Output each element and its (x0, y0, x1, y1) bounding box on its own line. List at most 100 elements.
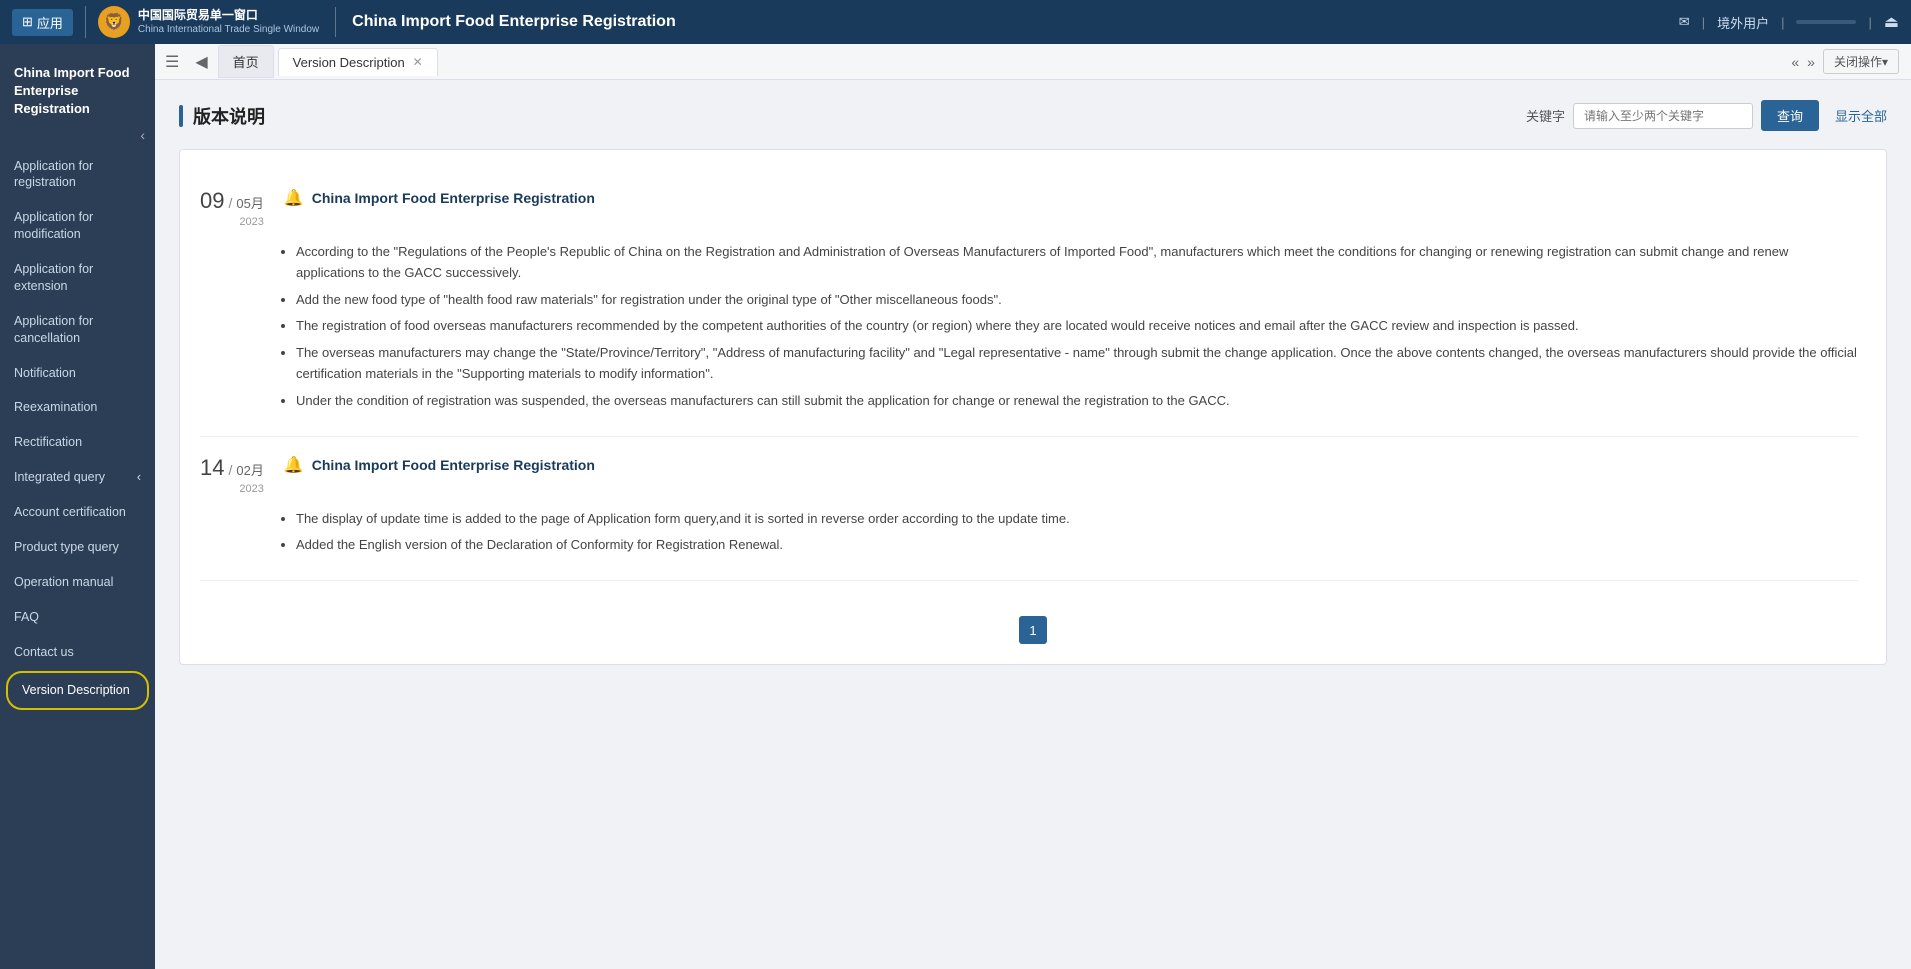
tab-close-btn[interactable]: ✕ (413, 55, 423, 69)
version-title-row-1: 🔔 China Import Food Enterprise Registrat… (284, 188, 595, 208)
sidebar-header: China Import Food Enterprise Registratio… (0, 52, 155, 127)
title-accent (179, 105, 183, 127)
version-entry-1: 09 / 05月 2023 🔔 China Import Food Enterp… (200, 170, 1858, 437)
tab-bar-left: ☰ ◀ 首页 Version Description ✕ (159, 45, 438, 78)
apps-label: 应用 (37, 13, 63, 32)
sidebar-item-account-cert[interactable]: Account certification (0, 495, 155, 530)
topbar-logo: 🦁 中国国际贸易单一窗口 China International Trade S… (85, 6, 319, 38)
sidebar-item-operation-manual[interactable]: Operation manual (0, 565, 155, 600)
bullet-1-2: Add the new food type of "health food ra… (296, 290, 1858, 311)
version-scroll-area[interactable]: 09 / 05月 2023 🔔 China Import Food Enterp… (200, 170, 1866, 600)
user-label: 境外用户 (1717, 13, 1769, 32)
version-title-2: 🔔 China Import Food Enterprise Registrat… (284, 455, 595, 475)
date-day-3: 17 (200, 599, 224, 600)
sidebar-item-integrated-query[interactable]: Integrated query ‹ (0, 460, 155, 495)
version-date-3: 17 / 01月 2023 (200, 599, 264, 600)
version-header-1: 09 / 05月 2023 🔔 China Import Food Enterp… (200, 188, 1858, 228)
tab-next-btn[interactable]: » (1807, 54, 1815, 70)
version-entry-2: 14 / 02月 2023 🔔 China Import Food Enterp… (200, 437, 1858, 582)
search-bar: 关键字 查询 显示全部 (1526, 100, 1887, 131)
search-button[interactable]: 查询 (1761, 100, 1819, 131)
logo-en-text: China International Trade Single Window (138, 23, 319, 36)
topbar-main-title: China Import Food Enterprise Registratio… (352, 13, 676, 31)
logout-icon[interactable]: ⏏ (1884, 12, 1899, 32)
date-day-1: 09 (200, 188, 224, 214)
arrow-icon: ‹ (137, 469, 141, 486)
sidebar-collapse-btn[interactable]: ‹ (0, 127, 155, 149)
version-app-title-2: China Import Food Enterprise Registratio… (312, 457, 595, 473)
pagination: 1 (200, 616, 1866, 644)
page-header: 版本说明 关键字 查询 显示全部 (179, 100, 1887, 131)
username-display (1796, 20, 1856, 24)
date-day-2: 14 (200, 455, 224, 481)
logo-text-block: 中国国际贸易单一窗口 China International Trade Sin… (138, 8, 319, 37)
sidebar-item-contact[interactable]: Contact us (0, 635, 155, 670)
tab-version-label: Version Description (293, 55, 405, 70)
menu-btn[interactable]: ☰ (159, 48, 185, 76)
tab-bar-right: « » 关闭操作▾ (1791, 49, 1907, 74)
sidebar: China Import Food Enterprise Registratio… (0, 44, 155, 969)
show-all-button[interactable]: 显示全部 (1835, 106, 1887, 125)
sidebar-item-cancellation[interactable]: Application for cancellation (0, 304, 155, 356)
right-panel: ☰ ◀ 首页 Version Description ✕ « » 关闭操作▾ (155, 44, 1911, 969)
date-year-2: 2023 (200, 483, 264, 495)
version-icon-2: 🔔 (284, 455, 304, 475)
tab-bar: ☰ ◀ 首页 Version Description ✕ « » 关闭操作▾ (155, 44, 1911, 80)
tab-prev-btn[interactable]: « (1791, 54, 1799, 70)
tab-home[interactable]: 首页 (218, 45, 274, 78)
sidebar-item-reexamination[interactable]: Reexamination (0, 390, 155, 425)
date-year-1: 2023 (200, 216, 264, 228)
version-bullets-1: According to the "Regulations of the Peo… (280, 242, 1858, 412)
version-date-1: 09 / 05月 2023 (200, 188, 264, 228)
page-title-bar: 版本说明 (179, 103, 1526, 129)
bullet-1-5: Under the condition of registration was … (296, 391, 1858, 412)
sidebar-item-notification[interactable]: Notification (0, 356, 155, 391)
keyword-label: 关键字 (1526, 106, 1565, 125)
version-icon-1: 🔔 (284, 188, 304, 208)
tab-version-desc[interactable]: Version Description ✕ (278, 48, 438, 76)
tab-home-label: 首页 (233, 52, 259, 71)
date-sep-2: / (228, 462, 232, 478)
logo-icon: 🦁 (98, 6, 130, 38)
content-area: 版本说明 关键字 查询 显示全部 (155, 80, 1911, 969)
grid-icon: ⊞ (22, 14, 33, 30)
close-action-btn[interactable]: 关闭操作▾ (1823, 49, 1899, 74)
search-input[interactable] (1573, 103, 1753, 129)
version-entry-3: 17 / 01月 2023 🔔 China Import Food Enterp… (200, 581, 1858, 600)
topbar: ⊞ 应用 🦁 中国国际贸易单一窗口 China International Tr… (0, 0, 1911, 44)
version-icon-3: 🔔 (284, 599, 304, 600)
sidebar-item-modification[interactable]: Application for modification (0, 200, 155, 252)
sidebar-item-version-desc[interactable]: Version Description (8, 673, 147, 708)
date-top-2: 14 / 02月 (200, 455, 264, 481)
bullet-2-1: The display of update time is added to t… (296, 509, 1858, 530)
integrated-query-label: Integrated query (14, 469, 105, 486)
apps-button[interactable]: ⊞ 应用 (12, 9, 73, 36)
date-sep-1: / (228, 195, 232, 211)
sidebar-item-faq[interactable]: FAQ (0, 600, 155, 635)
sidebar-item-registration[interactable]: Application for registration (0, 149, 155, 201)
date-month-2: 02月 (236, 460, 263, 479)
version-title-row-3: 🔔 China Import Food Enterprise Registrat… (284, 599, 595, 600)
mail-icon[interactable]: ✉ (1679, 14, 1690, 30)
date-top-1: 09 / 05月 (200, 188, 264, 214)
version-title-3: 🔔 China Import Food Enterprise Registrat… (284, 599, 595, 600)
main-layout: China Import Food Enterprise Registratio… (0, 44, 1911, 969)
version-title-1: 🔔 China Import Food Enterprise Registrat… (284, 188, 595, 208)
version-container: 09 / 05月 2023 🔔 China Import Food Enterp… (179, 149, 1887, 665)
topbar-right-actions: ✉ | 境外用户 | | ⏏ (1679, 12, 1899, 32)
sidebar-item-rectification[interactable]: Rectification (0, 425, 155, 460)
version-date-2: 14 / 02月 2023 (200, 455, 264, 495)
bullet-1-4: The overseas manufacturers may change th… (296, 343, 1858, 385)
version-header-3: 17 / 01月 2023 🔔 China Import Food Enterp… (200, 599, 1858, 600)
page-1-btn[interactable]: 1 (1019, 616, 1047, 644)
version-header-2: 14 / 02月 2023 🔔 China Import Food Enterp… (200, 455, 1858, 495)
back-btn[interactable]: ◀ (189, 48, 213, 76)
sidebar-item-extension[interactable]: Application for extension (0, 252, 155, 304)
version-title-row-2: 🔔 China Import Food Enterprise Registrat… (284, 455, 595, 475)
bullet-1-3: The registration of food overseas manufa… (296, 316, 1858, 337)
sidebar-item-product-query[interactable]: Product type query (0, 530, 155, 565)
date-top-3: 17 / 01月 (200, 599, 264, 600)
bullet-1-1: According to the "Regulations of the Peo… (296, 242, 1858, 284)
date-month-1: 05月 (236, 193, 263, 212)
version-bullets-2: The display of update time is added to t… (280, 509, 1858, 557)
